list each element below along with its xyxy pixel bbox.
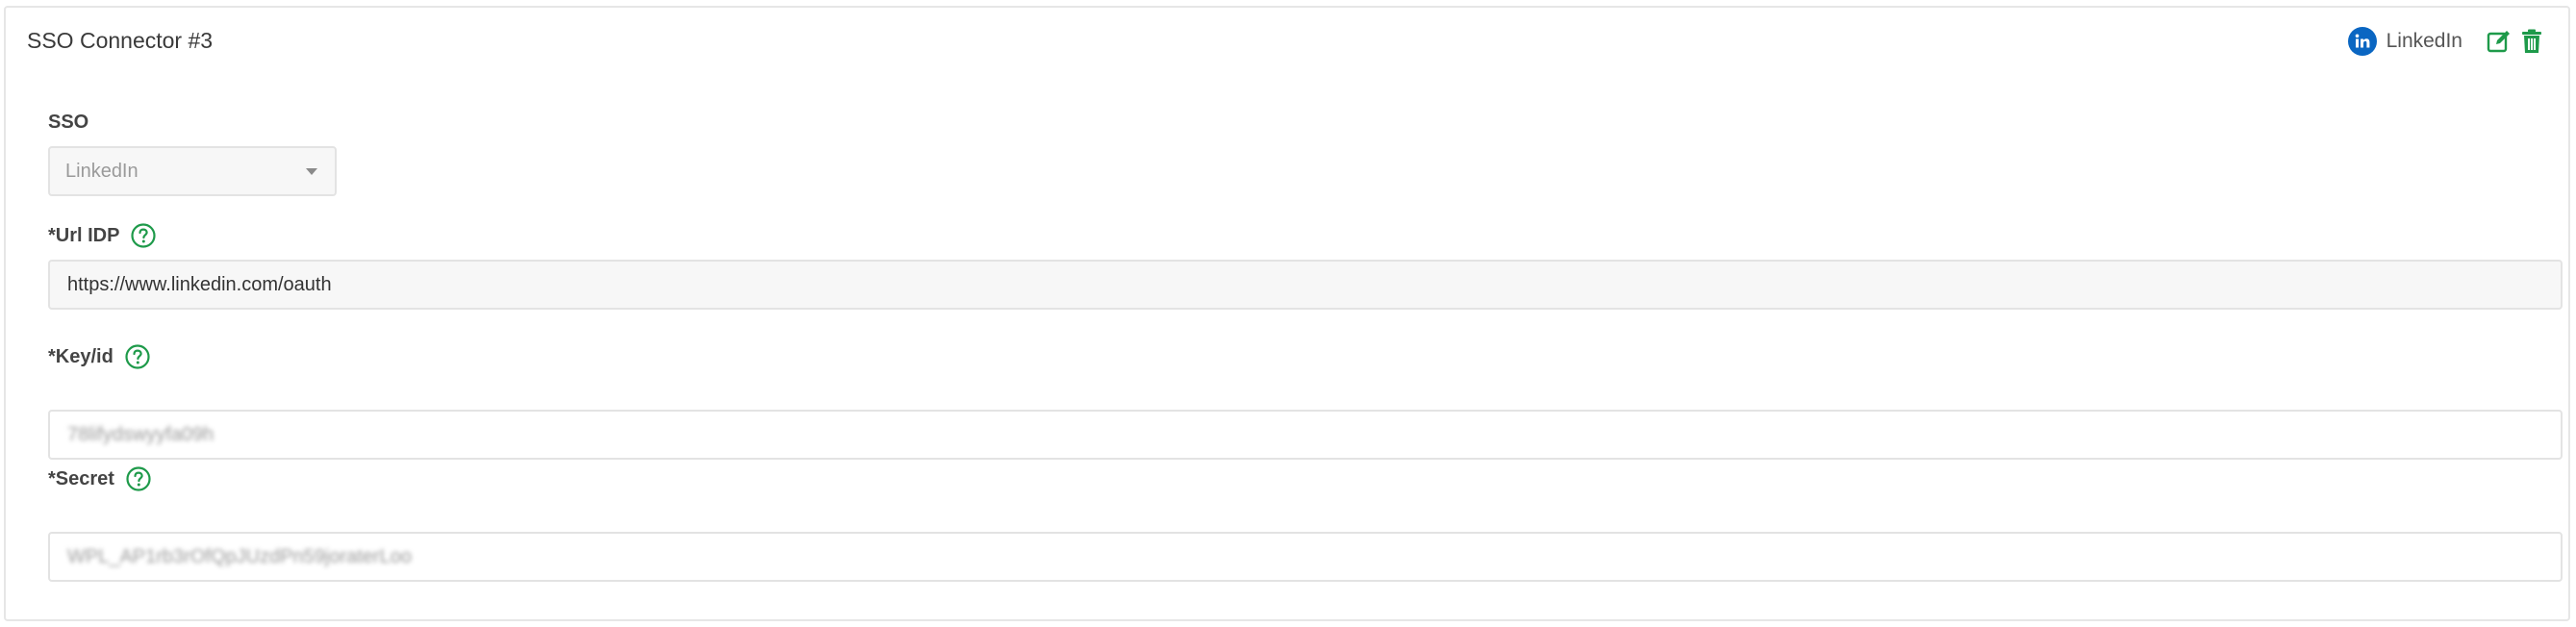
trash-icon	[2519, 28, 2544, 55]
card-title: SSO Connector #3	[27, 28, 214, 53]
header-actions: LinkedIn	[2347, 25, 2547, 58]
sso-connector-card: SSO Connector #3 LinkedIn SSO LinkedIn *…	[4, 6, 2570, 621]
linkedin-icon	[2347, 27, 2377, 56]
sso-field: SSO LinkedIn	[48, 108, 2563, 200]
sso-select-value: LinkedIn	[65, 161, 139, 182]
provider-badge: LinkedIn	[2347, 27, 2462, 56]
question-circle-icon[interactable]	[125, 344, 150, 369]
secret-label-text: *Secret	[48, 467, 114, 489]
edit-button[interactable]	[2484, 26, 2514, 57]
caret-down-icon	[306, 168, 317, 175]
secret-field: *Secret	[48, 464, 2563, 582]
delete-button[interactable]	[2516, 26, 2547, 57]
question-circle-icon[interactable]	[126, 466, 151, 491]
sso-label: SSO	[48, 108, 2563, 137]
secret-input[interactable]	[48, 532, 2563, 582]
card-header: SSO Connector #3 LinkedIn	[6, 8, 2568, 69]
key-id-field: *Key/id	[48, 342, 2563, 460]
key-id-label-text: *Key/id	[48, 345, 114, 367]
url-idp-input[interactable]	[48, 260, 2563, 310]
secret-label: *Secret	[48, 464, 2563, 493]
provider-name: LinkedIn	[2386, 30, 2462, 52]
url-idp-label-text: *Url IDP	[48, 224, 120, 246]
sso-label-text: SSO	[48, 111, 89, 133]
key-id-label: *Key/id	[48, 342, 2563, 371]
url-idp-field: *Url IDP	[48, 221, 2563, 314]
url-idp-label: *Url IDP	[48, 221, 2563, 250]
key-id-input[interactable]	[48, 410, 2563, 460]
edit-icon	[2486, 28, 2513, 55]
sso-select[interactable]: LinkedIn	[48, 146, 337, 196]
question-circle-icon[interactable]	[131, 223, 157, 248]
